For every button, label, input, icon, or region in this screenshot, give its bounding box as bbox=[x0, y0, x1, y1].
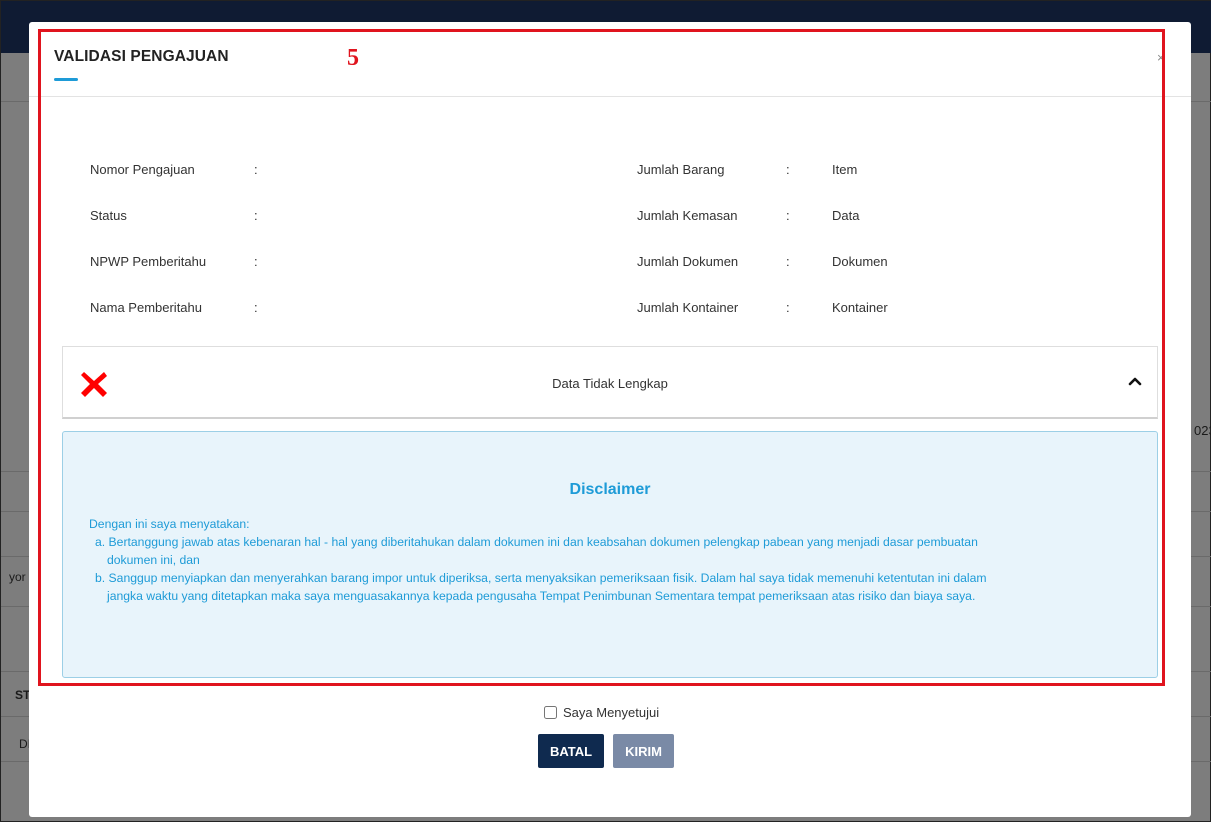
disclaimer-item-b: b. Sanggup menyiapkan dan menyerahkan ba… bbox=[95, 571, 987, 585]
label-jumlah-kemasan: Jumlah Kemasan bbox=[637, 208, 738, 223]
colon: : bbox=[254, 208, 258, 223]
background-text-fragment: yor bbox=[9, 570, 26, 584]
step-marker: 5 bbox=[347, 45, 359, 71]
value-jumlah-kemasan: Data bbox=[832, 208, 860, 223]
label-status: Status bbox=[90, 208, 127, 223]
kirim-button[interactable]: KIRIM bbox=[613, 734, 674, 768]
modal-header: VALIDASI PENGAJUAN 5 × bbox=[29, 22, 1191, 97]
disclaimer-intro: Dengan ini saya menyatakan: bbox=[89, 517, 250, 531]
label-nomor-pengajuan: Nomor Pengajuan bbox=[90, 162, 195, 177]
disclaimer-item-b-cont: jangka waktu yang ditetapkan maka saya m… bbox=[107, 589, 976, 603]
close-icon[interactable]: × bbox=[1157, 50, 1165, 65]
label-npwp-pemberitahu: NPWP Pemberitahu bbox=[90, 254, 207, 269]
disclaimer-item-a: a. Bertanggung jawab atas kebenaran hal … bbox=[95, 535, 978, 549]
title-underline bbox=[54, 78, 78, 81]
colon: : bbox=[786, 162, 790, 177]
status-accordion[interactable]: Data Tidak Lengkap bbox=[62, 346, 1158, 419]
label-jumlah-barang: Jumlah Barang bbox=[637, 162, 725, 177]
validation-modal: VALIDASI PENGAJUAN 5 × Nomor Pengajuan :… bbox=[29, 22, 1191, 817]
value-jumlah-kontainer: Kontainer bbox=[832, 300, 888, 315]
colon: : bbox=[786, 208, 790, 223]
agreement-checkbox[interactable] bbox=[544, 706, 557, 719]
disclaimer-item-a-cont: dokumen ini, dan bbox=[107, 553, 200, 567]
background-text-fragment: 023 bbox=[1194, 423, 1211, 438]
chevron-up-icon[interactable] bbox=[1127, 373, 1143, 389]
batal-button[interactable]: BATAL bbox=[538, 734, 604, 768]
label-nama-pemberitahu: Nama Pemberitahu bbox=[90, 300, 202, 315]
colon: : bbox=[786, 300, 790, 315]
agreement-label: Saya Menyetujui bbox=[563, 705, 660, 720]
colon: : bbox=[254, 254, 258, 269]
colon: : bbox=[254, 162, 258, 177]
status-text: Data Tidak Lengkap bbox=[552, 376, 668, 391]
disclaimer-box: Disclaimer Dengan ini saya menyatakan: a… bbox=[62, 431, 1158, 678]
label-jumlah-dokumen: Jumlah Dokumen bbox=[637, 254, 739, 269]
agreement-checkbox-row[interactable]: Saya Menyetujui bbox=[544, 705, 659, 720]
label-jumlah-kontainer: Jumlah Kontainer bbox=[637, 300, 739, 315]
modal-title: VALIDASI PENGAJUAN bbox=[54, 48, 229, 65]
value-jumlah-barang: Item bbox=[832, 162, 858, 177]
colon: : bbox=[786, 254, 790, 269]
value-jumlah-dokumen: Dokumen bbox=[832, 254, 888, 269]
colon: : bbox=[254, 300, 258, 315]
disclaimer-title: Disclaimer bbox=[569, 481, 651, 498]
